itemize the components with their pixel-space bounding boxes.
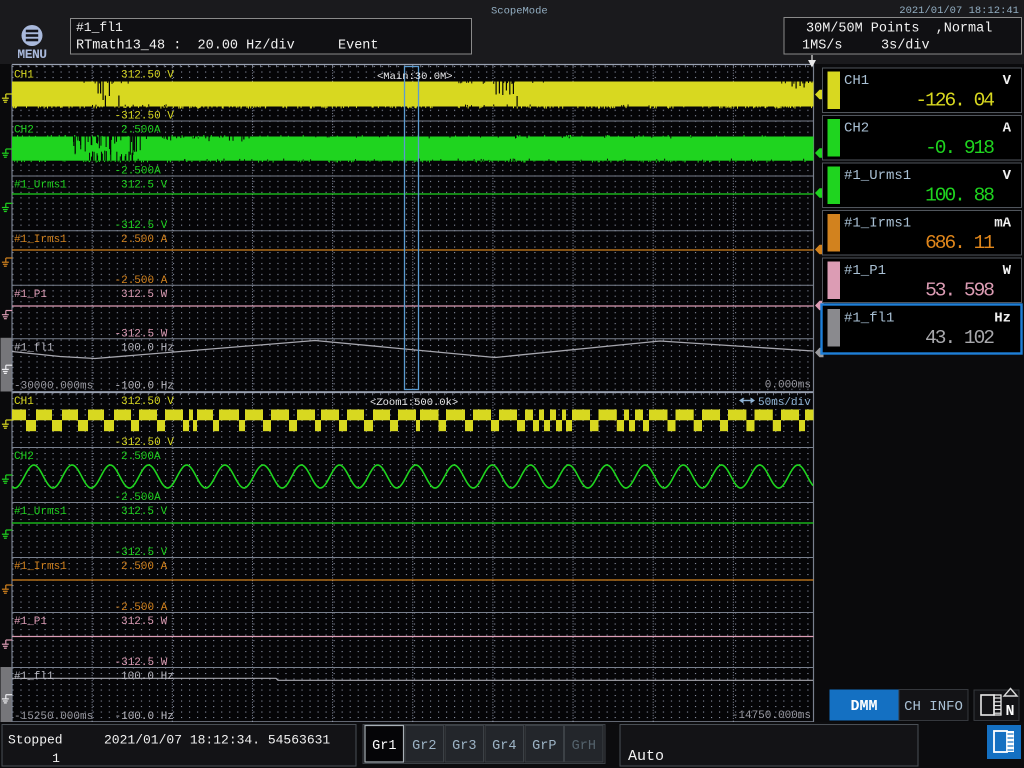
svg-text:312.5 W: 312.5 W [121, 289, 168, 301]
svg-text:CH INFO: CH INFO [904, 699, 963, 715]
svg-text:-312.50 V: -312.50 V [115, 437, 175, 449]
svg-text:312.5 W: 312.5 W [121, 616, 168, 628]
svg-text:CH1: CH1 [14, 396, 34, 408]
svg-text:-100.0 Hz: -100.0 Hz [115, 711, 174, 723]
svg-text:312.5 V: 312.5 V [121, 506, 168, 518]
svg-text:CH1: CH1 [14, 70, 34, 82]
svg-text:100.0 Hz: 100.0 Hz [121, 671, 174, 683]
svg-text:#1_Urms1: #1_Urms1 [14, 506, 67, 518]
svg-text:1MS/s: 1MS/s [802, 39, 843, 54]
svg-text:-2.500 A: -2.500 A [115, 275, 168, 287]
svg-text:-0. 918: -0. 918 [925, 137, 994, 159]
svg-text:-100.0 Hz: -100.0 Hz [115, 381, 174, 393]
svg-text:GrP: GrP [532, 739, 556, 754]
svg-text:CH2: CH2 [844, 121, 869, 137]
svg-text:W: W [1003, 263, 1012, 279]
svg-text:#1_Urms1: #1_Urms1 [14, 180, 67, 192]
svg-text:2.500 A: 2.500 A [121, 561, 168, 573]
svg-text:N: N [1005, 703, 1014, 720]
svg-text:ScopeMode: ScopeMode [491, 6, 548, 18]
svg-text:GrH: GrH [572, 739, 596, 754]
svg-text:Event: Event [338, 39, 379, 54]
svg-text:-2.500A: -2.500A [115, 492, 162, 504]
svg-text:-30000.000ms: -30000.000ms [14, 381, 93, 393]
svg-text:312.5 V: 312.5 V [121, 180, 168, 192]
svg-text:43. 102: 43. 102 [925, 327, 994, 349]
svg-text:-312.50 V: -312.50 V [115, 111, 175, 123]
svg-text:686. 11: 686. 11 [925, 232, 994, 254]
svg-text:-2.500 A: -2.500 A [115, 602, 168, 614]
svg-text:#1_Irms1: #1_Irms1 [14, 561, 67, 573]
svg-text:MENU: MENU [17, 47, 46, 62]
svg-text:Gr1: Gr1 [372, 739, 396, 754]
svg-text:30M/50M Points ,Normal: 30M/50M Points ,Normal [806, 22, 992, 37]
svg-text:CH1: CH1 [844, 73, 869, 89]
svg-text:#1_fl1: #1_fl1 [76, 20, 123, 35]
svg-text:CH2: CH2 [14, 451, 34, 463]
svg-text:#1_fl1: #1_fl1 [844, 311, 894, 327]
svg-text:2.500 A: 2.500 A [121, 234, 168, 246]
svg-text:50ms/div: 50ms/div [758, 397, 811, 409]
svg-text:-15250.000ms: -15250.000ms [14, 711, 93, 723]
svg-text:V: V [1003, 73, 1012, 89]
svg-text:#1_Urms1: #1_Urms1 [844, 168, 911, 184]
svg-text:DMM: DMM [850, 698, 877, 715]
svg-text:<Main:30.0M>: <Main:30.0M> [377, 71, 453, 83]
svg-text:100. 88: 100. 88 [925, 185, 994, 207]
svg-text:-312.5 W: -312.5 W [115, 657, 168, 669]
svg-text:#1_P1: #1_P1 [844, 263, 886, 279]
svg-text:V: V [1003, 168, 1012, 184]
svg-text:-14750.000ms: -14750.000ms [732, 710, 811, 722]
svg-text:2.500A: 2.500A [121, 125, 161, 137]
svg-text:1: 1 [52, 751, 60, 766]
svg-text:mA: mA [994, 216, 1011, 232]
svg-text:<Zoom1:500.0k>: <Zoom1:500.0k> [370, 397, 458, 409]
svg-text:2021/01/07 18:12:41: 2021/01/07 18:12:41 [899, 5, 1019, 17]
svg-text:Stopped: Stopped [8, 733, 63, 748]
svg-text:2021/01/07 18:12:34. 54563631: 2021/01/07 18:12:34. 54563631 [104, 733, 330, 748]
svg-text:312.50 V: 312.50 V [121, 70, 174, 82]
svg-text:#1_P1: #1_P1 [14, 616, 47, 628]
svg-text:RTmath13_48 : 20.00 Hz/div: RTmath13_48 : 20.00 Hz/div [76, 39, 295, 54]
svg-text:Gr2: Gr2 [412, 739, 436, 754]
svg-text:-312.5 V: -312.5 V [115, 547, 168, 559]
svg-text:Gr4: Gr4 [492, 739, 516, 754]
svg-text:Gr3: Gr3 [452, 739, 476, 754]
svg-text:#1_fl1: #1_fl1 [14, 671, 54, 683]
svg-text:#1_fl1: #1_fl1 [14, 342, 54, 354]
svg-text:0.000ms: 0.000ms [765, 380, 811, 392]
svg-text:A: A [1003, 121, 1012, 137]
svg-text:-312.5 V: -312.5 V [115, 220, 168, 232]
svg-text:100.0 Hz: 100.0 Hz [121, 342, 174, 354]
svg-text:#1_Irms1: #1_Irms1 [14, 234, 67, 246]
svg-text:Hz: Hz [994, 311, 1011, 327]
svg-text:CH2: CH2 [14, 125, 34, 137]
svg-text:-312.5 W: -312.5 W [115, 328, 168, 340]
svg-text:53. 598: 53. 598 [925, 280, 994, 302]
svg-text:312.50 V: 312.50 V [121, 396, 174, 408]
svg-text:Auto: Auto [628, 748, 664, 765]
svg-text:#1_P1: #1_P1 [14, 289, 47, 301]
svg-text:#1_Irms1: #1_Irms1 [844, 216, 911, 232]
svg-text:-126. 04: -126. 04 [915, 90, 994, 112]
svg-text:3s/div: 3s/div [881, 39, 930, 54]
svg-text:2.500A: 2.500A [121, 451, 161, 463]
svg-text:-2.500A: -2.500A [115, 166, 162, 178]
